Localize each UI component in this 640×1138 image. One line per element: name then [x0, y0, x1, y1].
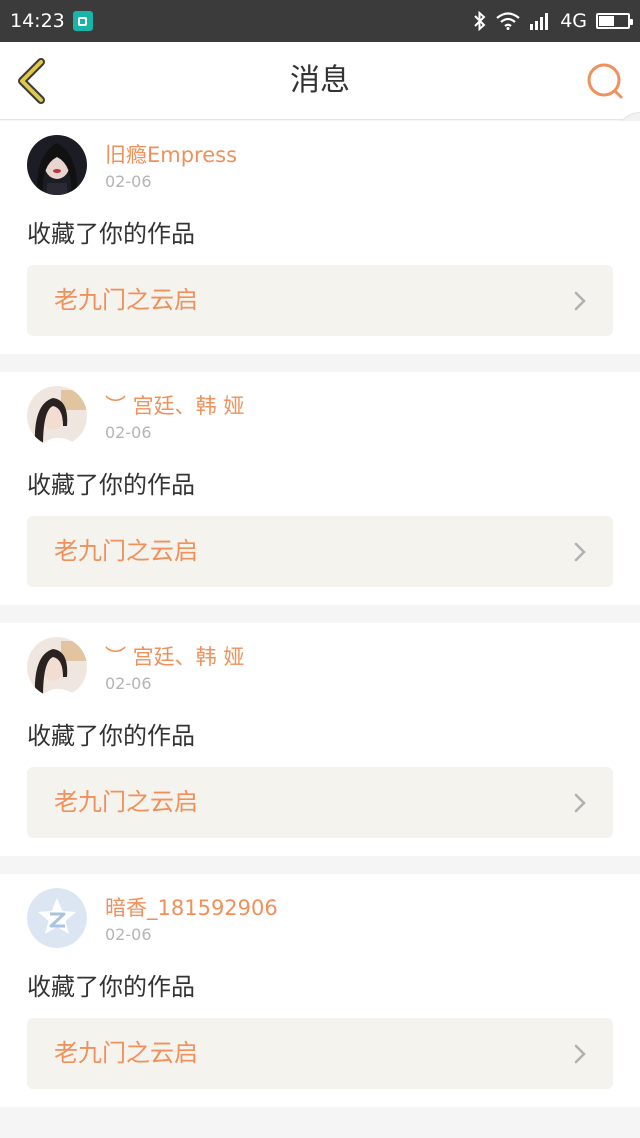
message-date: 02-06 — [105, 423, 152, 442]
battery-icon — [596, 13, 633, 29]
message-date: 02-06 — [105, 172, 152, 191]
avatar[interactable] — [27, 135, 87, 195]
message-action-text: 收藏了你的作品 — [27, 722, 195, 750]
status-time: 14:23 — [10, 10, 65, 32]
message-action-text: 收藏了你的作品 — [27, 220, 195, 248]
header-bar: 消息 — [0, 42, 640, 270]
message-action-text: 收藏了你的作品 — [27, 471, 195, 499]
message-card: 旧瘾Empress 02-06 收藏了你的作品 老九门之云启 — [0, 121, 640, 354]
signal-icon — [530, 13, 549, 30]
chevron-right-icon — [574, 291, 586, 311]
work-link[interactable]: 老九门之云启 — [27, 767, 613, 838]
work-title: 老九门之云启 — [54, 788, 198, 816]
message-list: 旧瘾Empress 02-06 收藏了你的作品 老九门之云启 ︶ 宫廷、韩 娅 … — [0, 121, 640, 1125]
status-right: 4G — [473, 10, 633, 32]
avatar[interactable] — [27, 888, 87, 948]
username[interactable]: 旧瘾Empress — [105, 139, 237, 169]
search-icon[interactable] — [586, 62, 624, 100]
message-date: 02-06 — [105, 674, 152, 693]
message-card: ︶ 宫廷、韩 娅 02-06 收藏了你的作品 老九门之云启 — [0, 372, 640, 605]
page-title: 消息 — [290, 63, 350, 98]
avatar[interactable] — [27, 637, 87, 697]
status-left: 14:23 — [10, 10, 93, 32]
wifi-icon — [496, 12, 520, 30]
username[interactable]: ︶ 宫廷、韩 娅 — [105, 390, 244, 420]
battery-level — [599, 16, 615, 26]
status-bar: 14:23 4G — [0, 0, 640, 42]
message-card: 暗香_181592906 02-06 收藏了你的作品 老九门之云启 — [0, 874, 640, 1107]
bluetooth-icon — [474, 11, 486, 31]
screenshot-app-icon — [72, 11, 93, 31]
work-title: 老九门之云启 — [54, 537, 198, 565]
message-date: 02-06 — [105, 925, 152, 944]
chevron-right-icon — [574, 793, 586, 813]
message-action-text: 收藏了你的作品 — [27, 973, 195, 1001]
message-card: ︶ 宫廷、韩 娅 02-06 收藏了你的作品 老九门之云启 — [0, 623, 640, 856]
work-link[interactable]: 老九门之云启 — [27, 265, 613, 336]
username[interactable]: 暗香_181592906 — [105, 892, 278, 922]
username[interactable]: ︶ 宫廷、韩 娅 — [105, 641, 244, 671]
work-link[interactable]: 老九门之云启 — [27, 516, 613, 587]
network-type: 4G — [560, 10, 587, 32]
chevron-right-icon — [574, 542, 586, 562]
work-title: 老九门之云启 — [54, 1039, 198, 1067]
work-link[interactable]: 老九门之云启 — [27, 1018, 613, 1089]
avatar[interactable] — [27, 386, 87, 446]
work-title: 老九门之云启 — [54, 286, 198, 314]
chevron-right-icon — [574, 1044, 586, 1064]
